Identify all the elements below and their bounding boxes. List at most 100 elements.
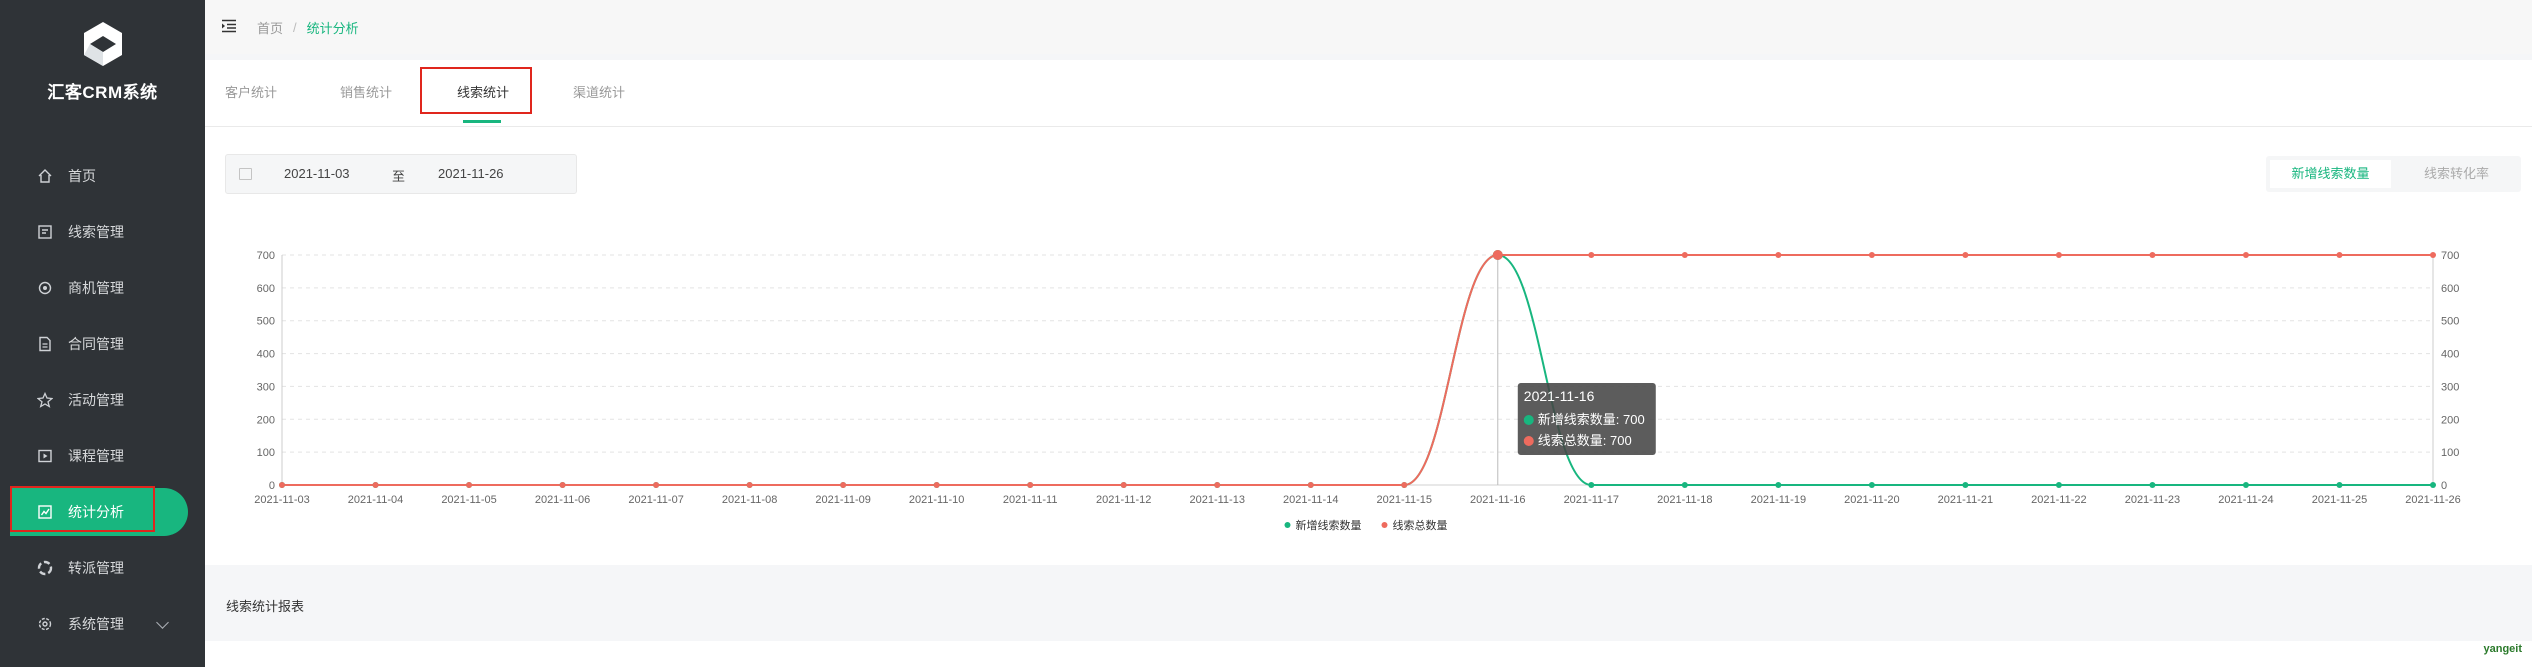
y-tick-label-left: 300 bbox=[257, 381, 275, 393]
menu-fold-icon[interactable] bbox=[221, 19, 237, 36]
data-point bbox=[1214, 482, 1221, 488]
data-point bbox=[840, 482, 847, 488]
y-tick-label-right: 600 bbox=[2441, 283, 2459, 295]
y-tick-label-left: 100 bbox=[257, 447, 275, 459]
sidebar-item-label: 线索管理 bbox=[68, 224, 124, 240]
sidebar-item-transfer[interactable]: 转派管理 bbox=[0, 540, 205, 596]
toggle-conversion-rate[interactable]: 线索转化率 bbox=[2396, 160, 2517, 188]
watermark: yangeit bbox=[2483, 643, 2522, 655]
tab-sales-stats[interactable]: 销售统计 bbox=[340, 82, 392, 101]
data-point bbox=[1775, 482, 1782, 488]
data-point bbox=[2430, 482, 2436, 488]
toggle-new-clues[interactable]: 新增线索数量 bbox=[2270, 160, 2391, 188]
breadcrumb-separator: / bbox=[293, 19, 297, 35]
chevron-down-icon bbox=[156, 616, 169, 629]
tab-customer-stats[interactable]: 客户统计 bbox=[225, 82, 277, 101]
end-date-input[interactable]: 2021-11-26 bbox=[438, 166, 504, 181]
y-tick-label-right: 400 bbox=[2441, 349, 2459, 361]
tab-bar: 客户统计 销售统计 线索统计 渠道统计 bbox=[205, 60, 2532, 127]
data-point bbox=[2055, 482, 2062, 488]
tab-highlight-box bbox=[420, 67, 532, 114]
data-point bbox=[2055, 252, 2062, 258]
sidebar-item-opportunity[interactable]: 商机管理 bbox=[0, 260, 205, 316]
x-tick-label: 2021-11-10 bbox=[909, 494, 964, 506]
sidebar-item-system[interactable]: 系统管理 bbox=[0, 596, 205, 652]
clue-chart: 0 0 100 100 200 200 300 300 400 400 500 500 600 600 70… bbox=[205, 208, 2532, 598]
data-point bbox=[653, 482, 660, 488]
sidebar-item-label: 统计分析 bbox=[68, 504, 124, 520]
x-tick-label: 2021-11-17 bbox=[1564, 494, 1619, 506]
data-point bbox=[1588, 252, 1595, 258]
data-point bbox=[1962, 482, 1969, 488]
x-tick-label: 2021-11-07 bbox=[628, 494, 683, 506]
activity-icon bbox=[36, 391, 54, 409]
sidebar-item-course[interactable]: 课程管理 bbox=[0, 428, 205, 484]
data-point bbox=[1492, 250, 1503, 260]
tooltip-line-new: 新增线索数量: 700 bbox=[1538, 412, 1645, 427]
x-tick-label: 2021-11-09 bbox=[815, 494, 870, 506]
tooltip-date: 2021-11-16 bbox=[1524, 388, 1595, 404]
y-tick-label-left: 0 bbox=[269, 480, 275, 492]
transfer-icon bbox=[36, 559, 54, 577]
contract-icon bbox=[36, 335, 54, 353]
sidebar-item-label: 系统管理 bbox=[68, 616, 124, 632]
data-point bbox=[559, 482, 566, 488]
legend-label: 线索总数量 bbox=[1393, 518, 1448, 532]
chart-icon bbox=[36, 503, 54, 521]
y-tick-label-left: 600 bbox=[257, 283, 275, 295]
opportunity-icon bbox=[36, 279, 54, 297]
data-point bbox=[1775, 252, 1782, 258]
tooltip-marker bbox=[1523, 415, 1534, 425]
data-point bbox=[279, 482, 285, 488]
y-tick-label-left: 400 bbox=[257, 349, 275, 361]
y-tick-label-left: 700 bbox=[257, 250, 275, 262]
sidebar-item-label: 商机管理 bbox=[68, 280, 124, 296]
legend-label: 新增线索数量 bbox=[1296, 518, 1362, 532]
y-tick-label-right: 300 bbox=[2441, 381, 2459, 393]
logo-icon bbox=[83, 22, 122, 66]
data-point bbox=[1401, 482, 1408, 488]
x-tick-label: 2021-11-08 bbox=[722, 494, 777, 506]
tooltip-marker bbox=[1523, 436, 1534, 446]
data-point bbox=[1868, 482, 1875, 488]
x-tick-label: 2021-11-03 bbox=[254, 494, 309, 506]
data-point bbox=[2242, 252, 2249, 258]
metric-toggle: 新增线索数量 线索转化率 bbox=[2266, 156, 2521, 192]
sidebar-item-home[interactable]: 首页 bbox=[0, 148, 205, 204]
x-tick-label: 2021-11-21 bbox=[1938, 494, 1993, 506]
data-point bbox=[1962, 252, 1969, 258]
sidebar-item-label: 活动管理 bbox=[68, 392, 124, 408]
y-tick-label-right: 200 bbox=[2441, 414, 2459, 426]
clue-line-chart: 0 0 100 100 200 200 300 300 400 400 500 500 600 600 70… bbox=[254, 250, 2461, 532]
series-line-new-clues bbox=[282, 253, 2433, 487]
sidebar-item-statistics[interactable]: 统计分析 bbox=[0, 484, 205, 540]
logo: 汇客CRM系统 bbox=[0, 22, 205, 103]
clue-icon bbox=[36, 223, 54, 241]
breadcrumb-current: 统计分析 bbox=[306, 20, 359, 36]
x-tick-label: 2021-11-16 bbox=[1470, 494, 1525, 506]
x-tick-label: 2021-11-22 bbox=[2031, 494, 2086, 506]
sidebar-item-clues[interactable]: 线索管理 bbox=[0, 204, 205, 260]
y-tick-label-left: 200 bbox=[257, 414, 275, 426]
data-point bbox=[933, 482, 940, 488]
x-tick-label: 2021-11-19 bbox=[1751, 494, 1806, 506]
data-point bbox=[2336, 252, 2343, 258]
x-tick-label: 2021-11-18 bbox=[1657, 494, 1712, 506]
data-point bbox=[1588, 482, 1595, 488]
data-point bbox=[1868, 252, 1875, 258]
legend-marker bbox=[1284, 522, 1291, 528]
sidebar-item-activity[interactable]: 活动管理 bbox=[0, 372, 205, 428]
x-tick-label: 2021-11-15 bbox=[1377, 494, 1432, 506]
app-name: 汇客CRM系统 bbox=[47, 83, 158, 102]
start-date-input[interactable]: 2021-11-03 bbox=[284, 166, 350, 181]
x-tick-label: 2021-11-25 bbox=[2312, 494, 2367, 506]
x-tick-label: 2021-11-23 bbox=[2125, 494, 2180, 506]
breadcrumb-home[interactable]: 首页 bbox=[257, 18, 283, 37]
date-range-picker[interactable]: 2021-11-03 至 2021-11-26 bbox=[225, 154, 577, 194]
sidebar-item-label: 合同管理 bbox=[68, 336, 124, 352]
x-tick-label: 2021-11-24 bbox=[2218, 494, 2273, 506]
sidebar-item-contract[interactable]: 合同管理 bbox=[0, 316, 205, 372]
series-line-total-clues bbox=[282, 253, 2433, 487]
tab-channel-stats[interactable]: 渠道统计 bbox=[573, 82, 625, 101]
sidebar-item-label: 转派管理 bbox=[68, 560, 124, 576]
